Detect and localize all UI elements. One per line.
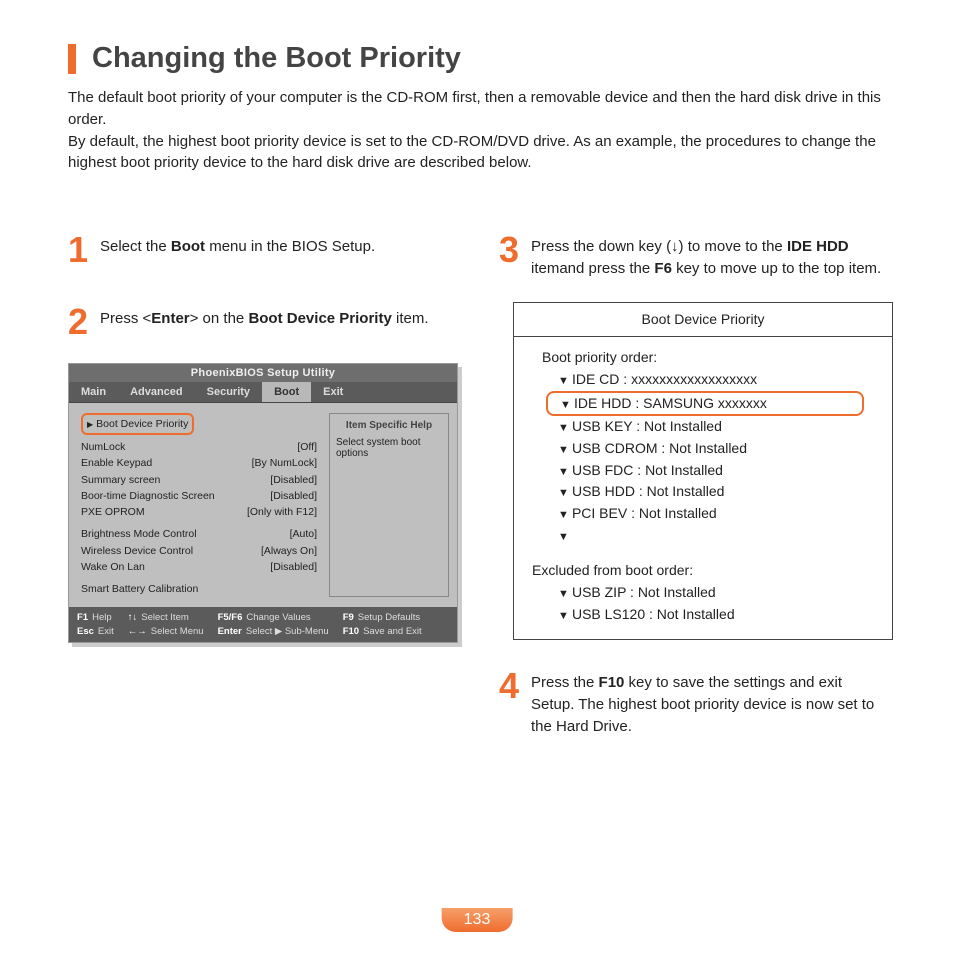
bios-screenshot: PhoenixBIOS Setup Utility Main Advanced … [68,363,458,643]
bios-tab-boot[interactable]: Boot [262,382,311,402]
bios-help-text: Select system boot options [336,437,442,459]
step-2-text: Press <Enter> on the Boot Device Priorit… [100,306,429,338]
title-accent-bar [68,44,76,74]
intro-p2: By default, the highest boot priority de… [68,131,886,175]
step-1-number: 1 [68,234,90,266]
intro-p1: The default boot priority of your comput… [68,87,886,131]
content-columns: 1 Select the Boot menu in the BIOS Setup… [68,234,886,778]
bios-window-title: PhoenixBIOS Setup Utility [69,364,457,382]
bios-row: Smart Battery Calibration [81,581,317,597]
bios-help-title: Item Specific Help [336,420,442,431]
page-number: 133 [442,908,513,932]
step-3-number: 3 [499,234,521,280]
bios-row: PXE OPROM[Only with F12] [81,504,317,520]
bios-settings-list: Boot Device Priority NumLock[Off] Enable… [69,413,329,598]
boot-priority-body: Boot priority order: IDE CD : xxxxxxxxxx… [514,337,892,625]
bios-row: Boor-time Diagnostic Screen[Disabled] [81,488,317,504]
boot-item[interactable]: USB FDC : Not Installed [542,460,864,482]
bios-tab-exit[interactable]: Exit [311,382,355,402]
bios-body: Boot Device Priority NumLock[Off] Enable… [69,403,457,608]
boot-priority-box: Boot Device Priority Boot priority order… [513,302,893,641]
bios-row: Summary screen[Disabled] [81,472,317,488]
page-title: Changing the Boot Priority [92,42,461,75]
boot-item-empty [542,525,864,547]
boot-priority-title: Boot Device Priority [514,303,892,338]
step-1: 1 Select the Boot menu in the BIOS Setup… [68,234,455,266]
bios-row: Wireless Device Control[Always On] [81,543,317,559]
boot-item[interactable]: USB HDD : Not Installed [542,481,864,503]
title-row: Changing the Boot Priority [68,42,886,75]
boot-excluded-item[interactable]: USB LS120 : Not Installed [542,604,864,626]
boot-item[interactable]: USB KEY : Not Installed [542,416,864,438]
boot-item[interactable]: PCI BEV : Not Installed [542,503,864,525]
boot-excluded-label: Excluded from boot order: [532,560,864,582]
bios-row: Wake On Lan[Disabled] [81,559,317,575]
step-4: 4 Press the F10 key to save the settings… [499,670,886,737]
step-2-number: 2 [68,306,90,338]
left-column: 1 Select the Boot menu in the BIOS Setup… [68,234,455,778]
boot-item[interactable]: USB CDROM : Not Installed [542,438,864,460]
intro-text: The default boot priority of your comput… [68,87,886,174]
boot-excluded-item[interactable]: USB ZIP : Not Installed [542,582,864,604]
right-column: 3 Press the down key (↓) to move to the … [499,234,886,778]
boot-item-highlighted[interactable]: IDE HDD : SAMSUNG xxxxxxx [546,391,864,417]
step-4-text: Press the F10 key to save the settings a… [531,670,886,737]
bios-row: NumLock[Off] [81,439,317,455]
step-4-number: 4 [499,670,521,737]
step-2: 2 Press <Enter> on the Boot Device Prior… [68,306,455,338]
bios-footer: F1Help EscExit ↑↓Select Item ←→Select Me… [69,607,457,642]
bios-tab-main[interactable]: Main [69,382,118,402]
bios-tab-security[interactable]: Security [195,382,262,402]
boot-item[interactable]: IDE CD : xxxxxxxxxxxxxxxxxx [542,369,864,391]
boot-order-label: Boot priority order: [542,347,864,369]
bios-tabs: Main Advanced Security Boot Exit [69,382,457,403]
step-1-text: Select the Boot menu in the BIOS Setup. [100,234,375,266]
bios-row: Brightness Mode Control[Auto] [81,526,317,542]
bios-row: Enable Keypad[By NumLock] [81,455,317,471]
bios-tab-advanced[interactable]: Advanced [118,382,195,402]
step-3-text: Press the down key (↓) to move to the ID… [531,234,886,280]
bios-help-panel: Item Specific Help Select system boot op… [329,413,449,598]
step-3: 3 Press the down key (↓) to move to the … [499,234,886,280]
bios-boot-device-priority-item[interactable]: Boot Device Priority [81,413,194,435]
